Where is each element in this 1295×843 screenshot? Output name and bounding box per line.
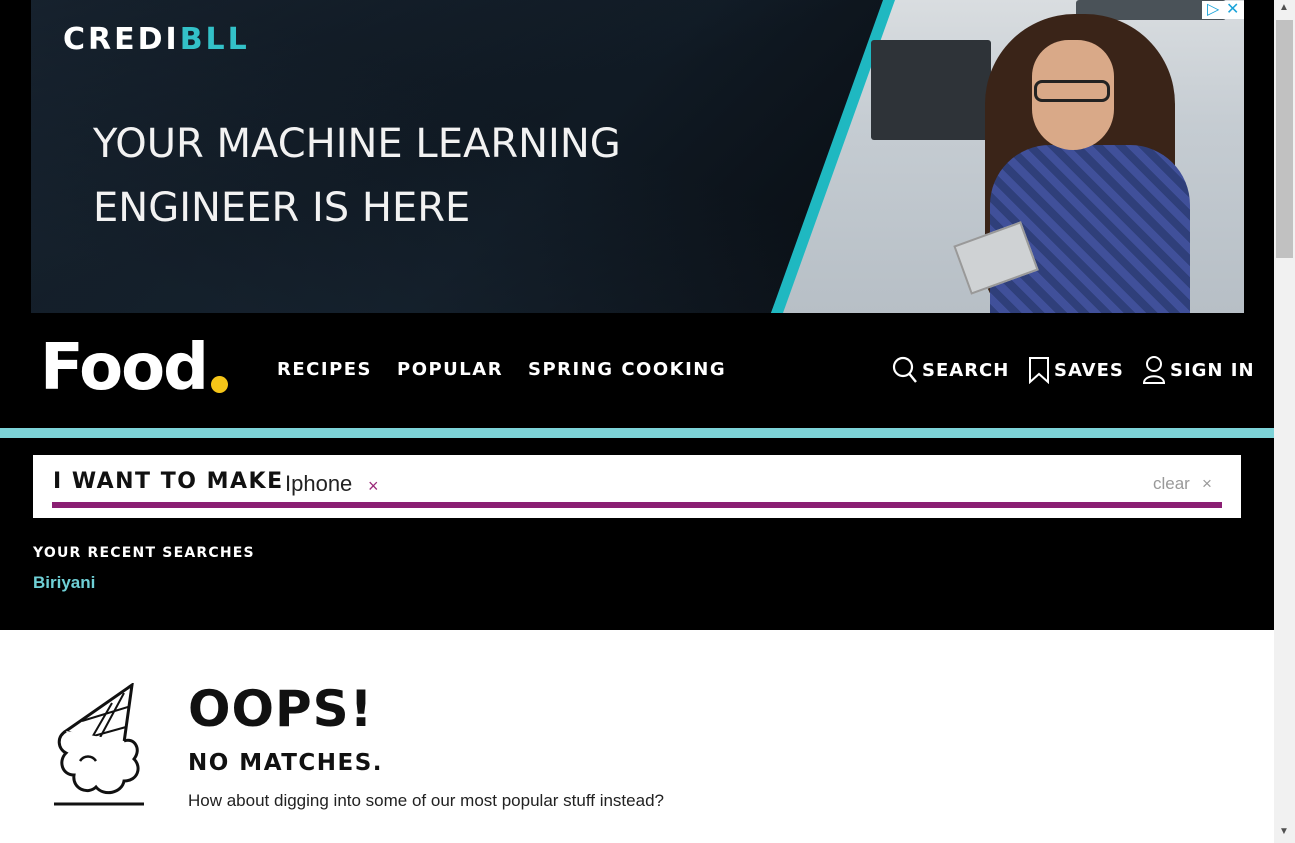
search-label: I WANT TO MAKE <box>53 469 284 494</box>
clear-button[interactable]: clear <box>1153 474 1190 494</box>
tag-remove-button[interactable]: × <box>368 476 379 497</box>
nav-popular[interactable]: POPULAR <box>397 359 503 380</box>
ad-monitor <box>871 40 991 140</box>
scroll-up-arrow-icon[interactable]: ▲ <box>1279 2 1289 13</box>
search-underline <box>52 502 1222 508</box>
scrollbar-thumb[interactable] <box>1276 20 1293 258</box>
header-divider <box>0 428 1274 438</box>
dropped-ice-cream-icon <box>54 683 144 806</box>
play-triangle-icon[interactable]: ▷ <box>1207 0 1219 19</box>
ad-headline-line-1: YOUR MACHINE LEARNING <box>93 121 621 167</box>
saves-button[interactable]: SAVES <box>1028 354 1124 386</box>
ad-person-glasses <box>1034 80 1110 102</box>
sign-in-button-label: SIGN IN <box>1170 359 1255 381</box>
logo-dot <box>211 376 228 393</box>
scroll-down-arrow-icon[interactable]: ▼ <box>1279 826 1289 837</box>
search-button-label: SEARCH <box>922 359 1010 381</box>
no-results-title: OOPS! <box>188 680 374 738</box>
recent-searches-heading: YOUR RECENT SEARCHES <box>33 545 255 561</box>
recent-search-link[interactable]: Biriyani <box>33 573 95 593</box>
sign-in-button[interactable]: SIGN IN <box>1142 354 1255 386</box>
nav-recipes[interactable]: RECIPES <box>277 359 372 380</box>
search-box[interactable]: I WANT TO MAKE Iphone × clear × <box>33 455 1241 518</box>
site-logo[interactable]: Food <box>40 331 209 405</box>
close-icon[interactable]: ✕ <box>1226 0 1239 19</box>
clear-icon[interactable]: × <box>1202 474 1212 494</box>
search-icon <box>892 356 917 383</box>
user-icon <box>1142 356 1166 384</box>
ad-headline-line-2: ENGINEER IS HERE <box>93 185 471 231</box>
no-results-subtitle: NO MATCHES. <box>188 750 384 776</box>
search-tag: Iphone <box>285 471 353 496</box>
bookmark-icon <box>1029 357 1049 384</box>
ad-banner[interactable]: CREDIBLL YOUR MACHINE LEARNING ENGINEER … <box>31 0 1244 313</box>
nav-spring-cooking[interactable]: SPRING COOKING <box>528 359 726 380</box>
saves-button-label: SAVES <box>1054 359 1124 381</box>
ad-headline: YOUR MACHINE LEARNING ENGINEER IS HERE <box>93 112 621 240</box>
ad-choices[interactable]: ▷ ✕ <box>1202 1 1244 19</box>
search-button[interactable]: SEARCH <box>892 354 1009 386</box>
no-results-message: How about digging into some of our most … <box>188 791 664 810</box>
ad-brand-logo: CREDIBLL <box>63 22 250 57</box>
